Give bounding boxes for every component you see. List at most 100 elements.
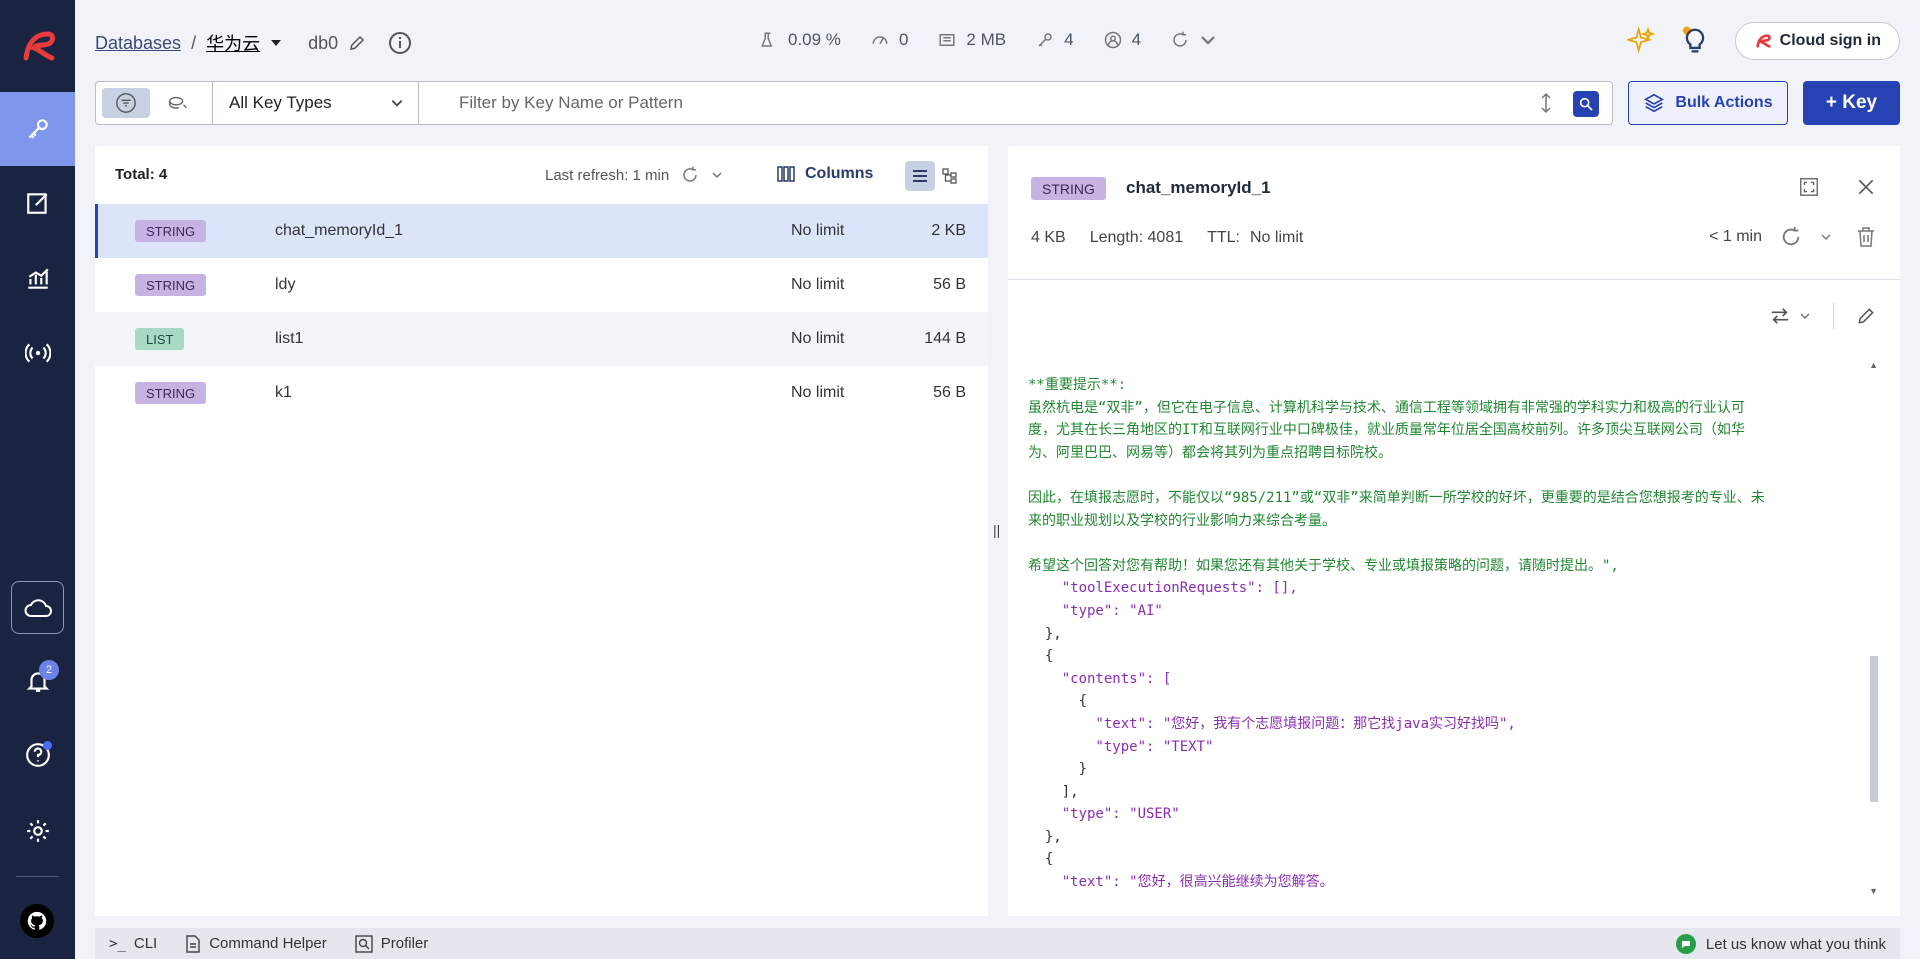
key-name: k1 <box>275 384 292 401</box>
swap-arrows-icon <box>1771 308 1789 324</box>
value-viewer[interactable]: **重要提示**: 虽然杭电是“双非”，但它在电子信息、计算机科学与技术、通信工程… <box>1028 374 1868 909</box>
key-ttl: No limit <box>791 330 845 347</box>
detail-ttl-label: TTL: <box>1207 229 1240 246</box>
breadcrumb-databases-link[interactable]: Databases <box>95 33 181 54</box>
key-filter-input[interactable] <box>439 82 1539 124</box>
code-line: "contents": [ <box>1028 670 1172 687</box>
gauge-icon <box>872 36 888 45</box>
github-button[interactable] <box>20 904 54 938</box>
tree-icon <box>942 168 957 184</box>
settings-button[interactable] <box>0 794 75 868</box>
search-mode-button[interactable] <box>154 88 202 118</box>
database-stats: 0.09 % 0 2 MB 4 4 <box>760 30 1217 50</box>
code-line: }, <box>1028 625 1062 642</box>
keys-value: 4 <box>1064 30 1074 49</box>
search-button[interactable] <box>1573 91 1599 117</box>
refresh-icon[interactable] <box>1171 31 1189 49</box>
table-row[interactable]: STRING chat_memoryId_1 No limit 2 KB <box>95 204 988 258</box>
stack-search-icon <box>169 96 187 109</box>
table-row[interactable]: STRING ldy No limit 56 B <box>95 258 988 312</box>
code-line: 度，尤其在长三角地区的IT和互联网行业中口碑极佳，就业质量常年位居全国高校前列。… <box>1028 422 1745 439</box>
database-selector[interactable]: 华为云 <box>206 30 260 56</box>
fullscreen-icon[interactable] <box>1798 176 1820 198</box>
chevron-down-icon <box>391 100 403 107</box>
code-line: 因此，在填报志愿时，不能仅以“985/211”或“双非”来简单判断一所学校的好坏… <box>1028 489 1765 506</box>
chevron-down-icon[interactable] <box>1199 31 1217 49</box>
header-actions: Cloud sign in <box>1626 22 1900 60</box>
workbench-nav-button[interactable] <box>0 166 75 240</box>
panel-resize-handle[interactable]: || <box>993 522 1000 538</box>
code-line: "text": "您好，很高兴能继续为您解答。 <box>1028 874 1334 891</box>
command-helper-button[interactable]: Command Helper <box>185 934 327 953</box>
filter-bar: All Key Types <box>95 81 1613 125</box>
edit-note-icon <box>26 193 47 214</box>
code-line: { <box>1028 693 1088 710</box>
sparkle-icon[interactable] <box>1626 27 1655 55</box>
pencil-icon[interactable] <box>1856 306 1876 326</box>
tree-view-button[interactable] <box>935 161 965 191</box>
feedback-link[interactable]: Let us know what you think <box>1675 934 1886 954</box>
help-button[interactable] <box>0 718 75 792</box>
key-name: chat_memoryId_1 <box>275 222 404 239</box>
trash-icon[interactable] <box>1856 226 1876 248</box>
pubsub-nav-button[interactable] <box>0 316 75 390</box>
key-type-badge: STRING <box>135 274 207 296</box>
auto-refresh-control[interactable] <box>1171 31 1217 49</box>
user-icon <box>1104 31 1121 49</box>
cloud-button[interactable] <box>11 581 64 634</box>
format-selector[interactable] <box>1769 306 1811 326</box>
columns-button[interactable]: Columns <box>777 165 873 183</box>
detail-ttl-value[interactable]: No limit <box>1250 229 1303 247</box>
chart-icon <box>27 268 49 289</box>
caret-down-icon[interactable] <box>270 38 282 48</box>
filter-mode-button[interactable] <box>102 88 150 118</box>
code-line: ], <box>1028 783 1079 800</box>
key-type-value: All Key Types <box>229 93 332 112</box>
detail-meta: 4 KB Length: 4081 TTL: No limit <box>1031 229 1303 247</box>
info-icon[interactable] <box>388 31 412 55</box>
chevron-down-icon <box>1800 313 1810 320</box>
add-key-button[interactable]: + Key <box>1803 81 1900 125</box>
scroll-up-arrow[interactable]: ▲ <box>1869 360 1878 370</box>
lightbulb-icon[interactable] <box>1681 26 1709 56</box>
chevron-down-icon[interactable] <box>1820 231 1832 243</box>
sort-arrows-icon[interactable] <box>1538 92 1554 114</box>
refresh-icon[interactable] <box>1780 226 1802 248</box>
refresh-icon[interactable] <box>681 166 699 184</box>
key-name: ldy <box>275 276 296 293</box>
scrollbar-thumb[interactable] <box>1870 656 1878 802</box>
cloud-sign-in-button[interactable]: Cloud sign in <box>1734 22 1900 60</box>
last-refresh-label: Last refresh: 1 min <box>545 166 670 184</box>
cli-button[interactable]: >_ CLI <box>109 935 157 952</box>
key-type-badge: STRING <box>135 382 207 404</box>
scroll-down-arrow[interactable]: ▼ <box>1869 886 1878 896</box>
detail-key-name[interactable]: chat_memoryId_1 <box>1126 178 1271 198</box>
browser-nav-button[interactable] <box>0 92 75 166</box>
keys-stat: 4 <box>1036 30 1074 50</box>
key-icon <box>28 119 48 139</box>
pencil-icon[interactable] <box>348 34 366 52</box>
feedback-label: Let us know what you think <box>1705 935 1886 953</box>
analysis-nav-button[interactable] <box>0 242 75 316</box>
list-view-button[interactable] <box>905 161 935 191</box>
bottom-bar: >_ CLI Command Helper Profiler Let us kn… <box>95 928 1900 959</box>
key-type-select[interactable]: All Key Types <box>212 82 419 124</box>
cpu-value: 0.09 % <box>788 30 841 49</box>
notifications-button[interactable] <box>0 644 75 718</box>
table-row[interactable]: STRING k1 No limit 56 B <box>95 366 988 420</box>
bulk-actions-button[interactable]: Bulk Actions <box>1628 81 1788 125</box>
profiler-button[interactable]: Profiler <box>355 934 428 953</box>
cpu-stat: 0.09 % <box>760 30 841 50</box>
memory-stat: 2 MB <box>938 30 1006 50</box>
clients-stat: 4 <box>1104 30 1141 50</box>
table-row[interactable]: LIST list1 No limit 144 B <box>95 312 988 366</box>
notification-count-badge: 2 <box>39 660 59 680</box>
detail-window-controls <box>1798 176 1876 198</box>
close-icon[interactable] <box>1856 177 1876 197</box>
cloud-icon <box>24 598 52 617</box>
chevron-down-icon[interactable] <box>711 169 723 181</box>
redis-logo-icon[interactable] <box>0 0 75 92</box>
terminal-icon: >_ <box>109 935 126 952</box>
